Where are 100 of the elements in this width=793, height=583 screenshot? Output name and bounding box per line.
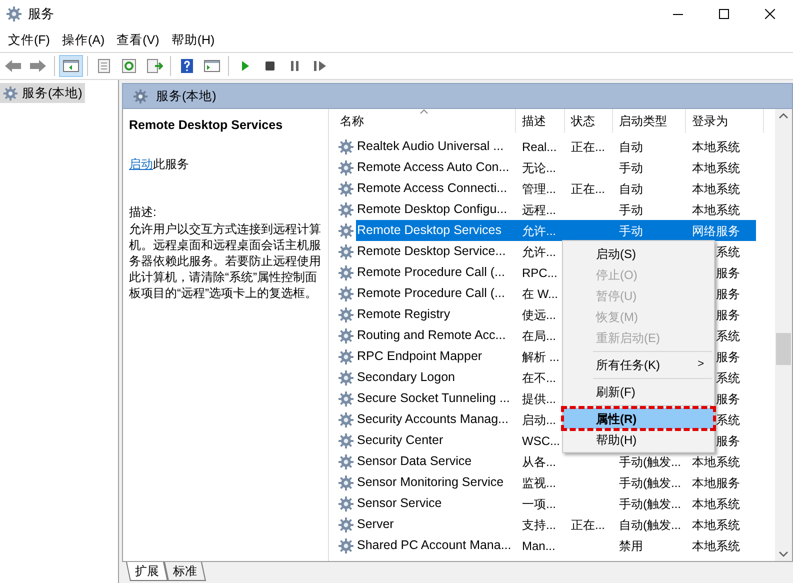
refresh-icon xyxy=(120,58,138,74)
gear-icon xyxy=(338,138,354,154)
table-cell-text: 本地服务 xyxy=(691,474,741,492)
view-tab[interactable]: 扩展 xyxy=(126,562,168,581)
table-cell[interactable]: Realtek Audio Universal ... xyxy=(356,136,516,157)
gear-icon xyxy=(338,222,354,238)
table-cell[interactable]: Shared PC Account Mana... xyxy=(356,535,516,556)
menu-item[interactable]: 刷新(F) xyxy=(563,381,714,402)
scroll-thumb[interactable] xyxy=(776,333,791,365)
table-cell-text: WSC... xyxy=(521,432,561,450)
table-cell[interactable]: Remote Desktop Service... xyxy=(356,241,516,262)
scroll-down-icon[interactable] xyxy=(779,551,788,557)
console-pane-icon xyxy=(203,58,221,74)
gear-icon xyxy=(6,6,22,22)
table-cell-text: 手动 xyxy=(618,202,644,218)
table-cell[interactable]: Remote Desktop Services xyxy=(356,220,516,241)
menu-item[interactable]: 帮助(H) xyxy=(165,29,221,51)
tree-item[interactable]: 服务(本地) xyxy=(0,83,86,103)
column-header[interactable]: 名称 xyxy=(334,109,516,133)
table-cell-text: 使远... xyxy=(521,306,558,324)
table-cell[interactable]: Security Accounts Manag... xyxy=(356,409,516,430)
table-cell-text: 启动... xyxy=(521,412,558,428)
table-cell: 网络服务 xyxy=(686,220,756,241)
column-header[interactable]: 登录为 xyxy=(686,109,764,133)
table-cell[interactable]: Remote Registry xyxy=(356,304,516,325)
table-cell[interactable]: Remote Access Auto Con... xyxy=(356,157,516,178)
table-cell-text: 解析 ... xyxy=(521,348,560,366)
window-title: 服务 xyxy=(28,5,54,24)
table-cell[interactable]: Remote Procedure Call (... xyxy=(356,283,516,304)
table-cell-text: 自动(触发... xyxy=(618,516,682,534)
menu-item[interactable]: 查看(V) xyxy=(110,29,166,51)
console-tree-button[interactable] xyxy=(59,55,83,77)
table-cell[interactable]: Sensor Data Service xyxy=(356,451,516,472)
table-cell-text: 在 W... xyxy=(521,286,559,302)
table-cell-text: 本地系统 xyxy=(691,454,741,470)
menu-item[interactable]: 启动(S) xyxy=(563,243,714,264)
table-cell[interactable]: Remote Procedure Call (... xyxy=(356,262,516,283)
table-cell[interactable]: Security Center xyxy=(356,430,516,451)
gear-icon xyxy=(338,474,354,490)
description-text: 允许用户以交互方式连接到远程计算机。远程桌面和远程桌面会话主机服务器依赖此服务。若要防止远程使用此计算机，请清除“系统”属性控制面板项目的“远程”选项卡上的复选框。 xyxy=(129,220,322,301)
menu-item[interactable]: 操作(A) xyxy=(56,29,111,51)
table-cell-text: 手动(触发... xyxy=(618,496,682,512)
gear-icon xyxy=(338,496,354,512)
table-cell-text: 无论... xyxy=(521,160,558,176)
table-cell[interactable]: Sensor Service xyxy=(356,493,516,514)
gear-icon xyxy=(338,348,354,364)
table-cell-text: 本地系统 xyxy=(691,160,741,176)
close-icon xyxy=(765,9,775,19)
scrollbar[interactable] xyxy=(775,109,792,561)
menu-item[interactable]: 文件(F) xyxy=(2,29,56,51)
gear-icon xyxy=(338,328,354,344)
table-cell-text: 本地系统 xyxy=(691,538,741,554)
table-cell[interactable]: Secure Socket Tunneling ... xyxy=(356,388,516,409)
table-cell[interactable]: Secondary Logon xyxy=(356,367,516,388)
table-cell-text: 自动 xyxy=(618,138,644,156)
column-header[interactable]: 描述 xyxy=(516,109,565,133)
table-cell[interactable]: Server xyxy=(356,514,516,535)
sort-icon xyxy=(420,109,428,114)
maximize-icon xyxy=(719,9,729,19)
start-link[interactable]: 启动 xyxy=(129,156,153,171)
table-cell-text: 正在... xyxy=(570,180,606,198)
scroll-up-icon[interactable] xyxy=(779,113,788,119)
table-cell: 允许... xyxy=(516,220,565,241)
gear-icon xyxy=(338,538,354,554)
table-cell-text: 手动 xyxy=(618,160,644,176)
table-cell-text: 手动(触发... xyxy=(618,454,682,470)
table-cell-text: 本地系统 xyxy=(691,202,741,218)
help-icon xyxy=(178,58,196,74)
table-cell-text: 正在... xyxy=(570,138,606,156)
menu-item[interactable]: 属性(R) xyxy=(563,408,714,429)
gear-icon xyxy=(338,180,354,196)
table-cell-text: 支持... xyxy=(521,516,558,534)
column-header[interactable]: 状态 xyxy=(565,109,613,133)
gear-icon xyxy=(338,370,354,386)
gear-icon xyxy=(338,286,354,302)
table-cell[interactable]: Sensor Monitoring Service xyxy=(356,472,516,493)
table-cell[interactable]: Routing and Remote Acc... xyxy=(356,325,516,346)
gear-icon xyxy=(338,306,354,322)
gear-icon xyxy=(338,202,354,218)
table-cell-text: 远程... xyxy=(521,202,558,218)
table-cell-text: 服务 xyxy=(715,348,741,366)
table-cell[interactable]: Remote Desktop Configu... xyxy=(356,199,516,220)
table-cell-text: 本地系统 xyxy=(691,516,741,534)
menu-item[interactable]: 所有任务(K) > xyxy=(563,354,714,375)
table-cell-text: 禁用 xyxy=(618,538,644,554)
table-cell-text: 在局... xyxy=(521,328,558,344)
table-cell[interactable]: Remote Access Connecti... xyxy=(356,178,516,199)
table-cell-text: 服务 xyxy=(715,286,741,302)
table-cell-text: 服务 xyxy=(715,432,741,450)
gear-icon xyxy=(338,454,354,470)
table-cell-text: 系统 xyxy=(715,328,741,344)
table-cell-text: 一项... xyxy=(521,496,558,512)
table-cell-text: 监视... xyxy=(521,474,558,492)
forward-icon xyxy=(29,58,47,74)
view-tab[interactable]: 标准 xyxy=(164,562,206,581)
gear-icon xyxy=(338,244,354,260)
column-header[interactable]: 启动类型 xyxy=(613,109,686,133)
table-cell[interactable]: RPC Endpoint Mapper xyxy=(356,346,516,367)
table-cell-text: Real... xyxy=(521,138,558,156)
menu-item[interactable]: 帮助(H) xyxy=(563,429,714,450)
